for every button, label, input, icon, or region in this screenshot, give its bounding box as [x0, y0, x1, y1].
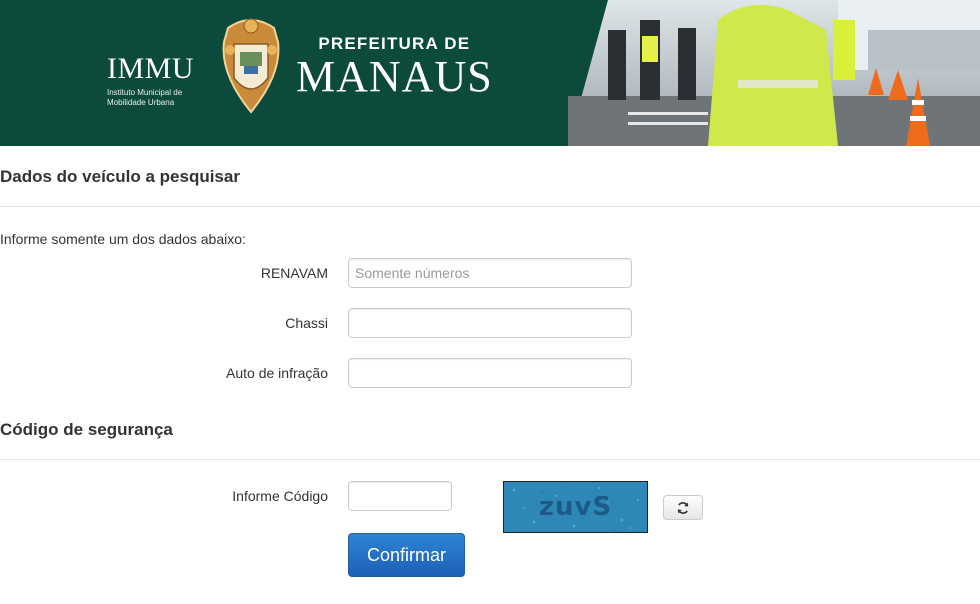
manaus-coat-of-arms-icon: [218, 14, 284, 121]
header-banner: IMMU Instituto Municipal de Mobilidade U…: [0, 0, 980, 146]
security-code-input[interactable]: [348, 481, 452, 511]
chassi-input[interactable]: [348, 308, 632, 338]
prefeitura-line2: MANAUS: [296, 52, 493, 101]
divider: [0, 459, 980, 460]
captcha-text: zuvS: [538, 492, 613, 522]
immu-logo-mark: IMMU: [107, 52, 195, 85]
immu-logo-subtitle-2: Mobilidade Urbana: [107, 98, 175, 107]
code-label: Informe Código: [232, 488, 328, 504]
auto-infracao-label: Auto de infração: [226, 365, 328, 381]
refresh-icon: [677, 501, 689, 514]
traffic-agents-photo: [568, 0, 980, 146]
prefeitura-logo: PREFEITURA DE MANAUS: [296, 34, 493, 100]
security-section-title: Código de segurança: [0, 420, 173, 439]
captcha-image: zuvS: [503, 481, 648, 533]
auto-infracao-input[interactable]: [348, 358, 632, 388]
chassi-label: Chassi: [285, 315, 328, 331]
vehicle-hint: Informe somente um dos dados abaixo:: [0, 231, 246, 247]
divider: [0, 206, 980, 207]
renavam-label: RENAVAM: [260, 265, 328, 281]
refresh-captcha-button[interactable]: [663, 495, 703, 520]
vehicle-section-title: Dados do veículo a pesquisar: [0, 167, 240, 186]
immu-logo: IMMU Instituto Municipal de Mobilidade U…: [107, 54, 194, 108]
confirm-button[interactable]: Confirmar: [348, 533, 465, 577]
immu-logo-subtitle-1: Instituto Municipal de: [107, 88, 183, 97]
renavam-input[interactable]: [348, 258, 632, 288]
prefeitura-line1: PREFEITURA DE: [318, 34, 471, 53]
